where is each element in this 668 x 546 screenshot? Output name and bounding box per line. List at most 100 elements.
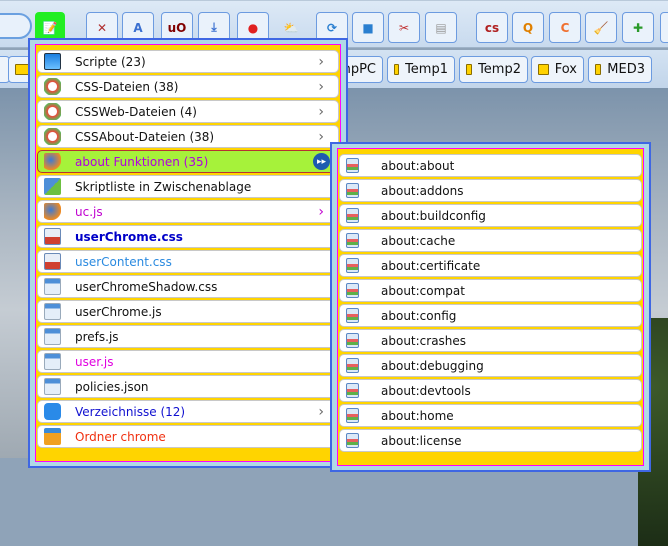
orange-extension-icon: C: [560, 20, 570, 35]
submenu-item-label: about:home: [381, 408, 454, 423]
file-icon: [44, 278, 61, 295]
submenu-item-about-compat[interactable]: about:compat: [339, 279, 642, 302]
chevron-right-icon: ›: [318, 53, 324, 70]
css-file-icon: [44, 228, 61, 245]
download-icon: ⤓: [211, 20, 217, 34]
bookmark-label: Temp2: [478, 62, 521, 77]
sync-icon: ⟳: [326, 20, 338, 35]
submenu-item-label: about:debugging: [381, 358, 484, 373]
page-icon: [346, 208, 359, 223]
pdf-button[interactable]: ▤: [425, 12, 457, 43]
broom-icon: 🧹: [593, 20, 609, 35]
file-icon: [44, 378, 61, 395]
submenu-item-about-crashes[interactable]: about:crashes: [339, 329, 642, 352]
chevron-right-icon: ›: [318, 203, 324, 220]
css-icon: [44, 78, 61, 95]
menu-item-prefs-js[interactable]: prefs.js: [37, 325, 339, 348]
bookmark-temp2[interactable]: Temp2: [459, 56, 528, 83]
menu-item-label: prefs.js: [75, 329, 119, 344]
menu-item-userchromeshadow-css[interactable]: userChromeShadow.css: [37, 275, 339, 298]
menu-item-label: userContent.css: [75, 254, 172, 269]
more-button[interactable]: ⇩: [660, 12, 668, 43]
submenu-item-label: about:compat: [381, 283, 465, 298]
submenu-item-about-home[interactable]: about:home: [339, 404, 642, 427]
menu-item-ordner-chrome[interactable]: Ordner chrome: [37, 425, 339, 448]
page-icon: [346, 233, 359, 248]
submenu-item-label: about:about: [381, 158, 455, 173]
menu-item-label: Skriptliste in Zwischenablage: [75, 179, 252, 194]
bookmark-label: Temp1: [405, 62, 448, 77]
css-button[interactable]: cs: [476, 12, 508, 43]
menu-item-userchrome-css[interactable]: userChrome.css: [37, 225, 339, 248]
puzzle-icon: ✚: [632, 20, 644, 35]
menu-item-label: Ordner chrome: [75, 429, 166, 444]
submenu-item-about-devtools[interactable]: about:devtools: [339, 379, 642, 402]
bookmark-label: MED3: [607, 62, 645, 77]
menu-item-about-funktionen-35[interactable]: about Funktionen (35) ▸▸: [37, 150, 339, 173]
folder-icon: [595, 64, 602, 75]
bookmark-label: Fox: [554, 62, 577, 77]
fast-forward-icon: ▸▸: [313, 153, 330, 170]
page-icon: [346, 308, 359, 323]
submenu-item-about-license[interactable]: about:license: [339, 429, 642, 452]
menu-item-policies-json[interactable]: policies.json: [37, 375, 339, 398]
folder-button[interactable]: ■: [352, 12, 384, 43]
tools-button[interactable]: ✂: [388, 12, 420, 43]
submenu-item-label: about:config: [381, 308, 457, 323]
broom-button[interactable]: 🧹: [585, 12, 617, 43]
menu-item-label: Scripte (23): [75, 54, 146, 69]
puzzle-button[interactable]: ✚: [622, 12, 654, 43]
menu-item-label: uc.js: [75, 204, 103, 219]
page-icon: [346, 258, 359, 273]
submenu-item-about-cache[interactable]: about:cache: [339, 229, 642, 252]
menu-item-label: CSSAbout-Dateien (38): [75, 129, 215, 144]
menu-item-label: user.js: [75, 354, 114, 369]
submenu-item-label: about:cache: [381, 233, 456, 248]
firefox-icon: [44, 153, 61, 170]
menu-item-label: Verzeichnisse (12): [75, 404, 186, 419]
bookmark-fox[interactable]: Fox: [531, 56, 584, 83]
chevron-right-icon: ›: [318, 78, 324, 95]
page-icon: [346, 283, 359, 298]
orange-extension-button[interactable]: C: [549, 12, 581, 43]
menu-item-usercontent-css[interactable]: userContent.css: [37, 250, 339, 273]
submenu-item-about-certificate[interactable]: about:certificate: [339, 254, 642, 277]
css-icon: [44, 103, 61, 120]
menu-item-cssabout-dateien-38[interactable]: CSSAbout-Dateien (38) ›: [37, 125, 339, 148]
submenu-item-label: about:addons: [381, 183, 464, 198]
menu-item-scripte-23[interactable]: Scripte (23) ›: [37, 50, 339, 73]
submenu-item-about-addons[interactable]: about:addons: [339, 179, 642, 202]
menu-item-cssweb-dateien-4[interactable]: CSSWeb-Dateien (4) ›: [37, 100, 339, 123]
bookmark-med3[interactable]: MED3: [588, 56, 652, 83]
submenu-item-label: about:certificate: [381, 258, 481, 273]
submenu-item-about-about[interactable]: about:about: [339, 154, 642, 177]
menu-item-label: policies.json: [75, 379, 149, 394]
bookmark-temp1[interactable]: Temp1: [387, 56, 455, 83]
weather-icon: ⛅: [283, 20, 299, 35]
menu-item-css-dateien-38[interactable]: CSS-Dateien (38) ›: [37, 75, 339, 98]
css-icon: [44, 128, 61, 145]
arrow-right-icon: [44, 403, 61, 420]
pdf-icon: ▤: [435, 20, 447, 35]
folder-icon: ■: [362, 20, 374, 35]
submenu-item-about-debugging[interactable]: about:debugging: [339, 354, 642, 377]
submenu-item-about-config[interactable]: about:config: [339, 304, 642, 327]
file-icon: [44, 303, 61, 320]
chevron-right-icon: ›: [318, 403, 324, 420]
css-file-icon: [44, 253, 61, 270]
menu-item-userchrome-js[interactable]: userChrome.js: [37, 300, 339, 323]
search-q-button[interactable]: Q: [512, 12, 544, 43]
menu-item-skriptliste-in-zwischenablage[interactable]: Skriptliste in Zwischenablage: [37, 175, 339, 198]
menu-item-user-js[interactable]: user.js: [37, 350, 339, 373]
menu-item-uc-js[interactable]: uc.js ›: [37, 200, 339, 223]
search-field[interactable]: [0, 13, 32, 39]
page-icon: [346, 383, 359, 398]
submenu-item-label: about:license: [381, 433, 462, 448]
close-icon: ✕: [96, 20, 108, 35]
page-icon: [346, 333, 359, 348]
page-icon: [346, 358, 359, 373]
menu-item-verzeichnisse-12[interactable]: Verzeichnisse (12) ›: [37, 400, 339, 423]
submenu-item-about-buildconfig[interactable]: about:buildconfig: [339, 204, 642, 227]
computer-icon: [44, 53, 61, 70]
menu-item-label: userChrome.js: [75, 304, 162, 319]
